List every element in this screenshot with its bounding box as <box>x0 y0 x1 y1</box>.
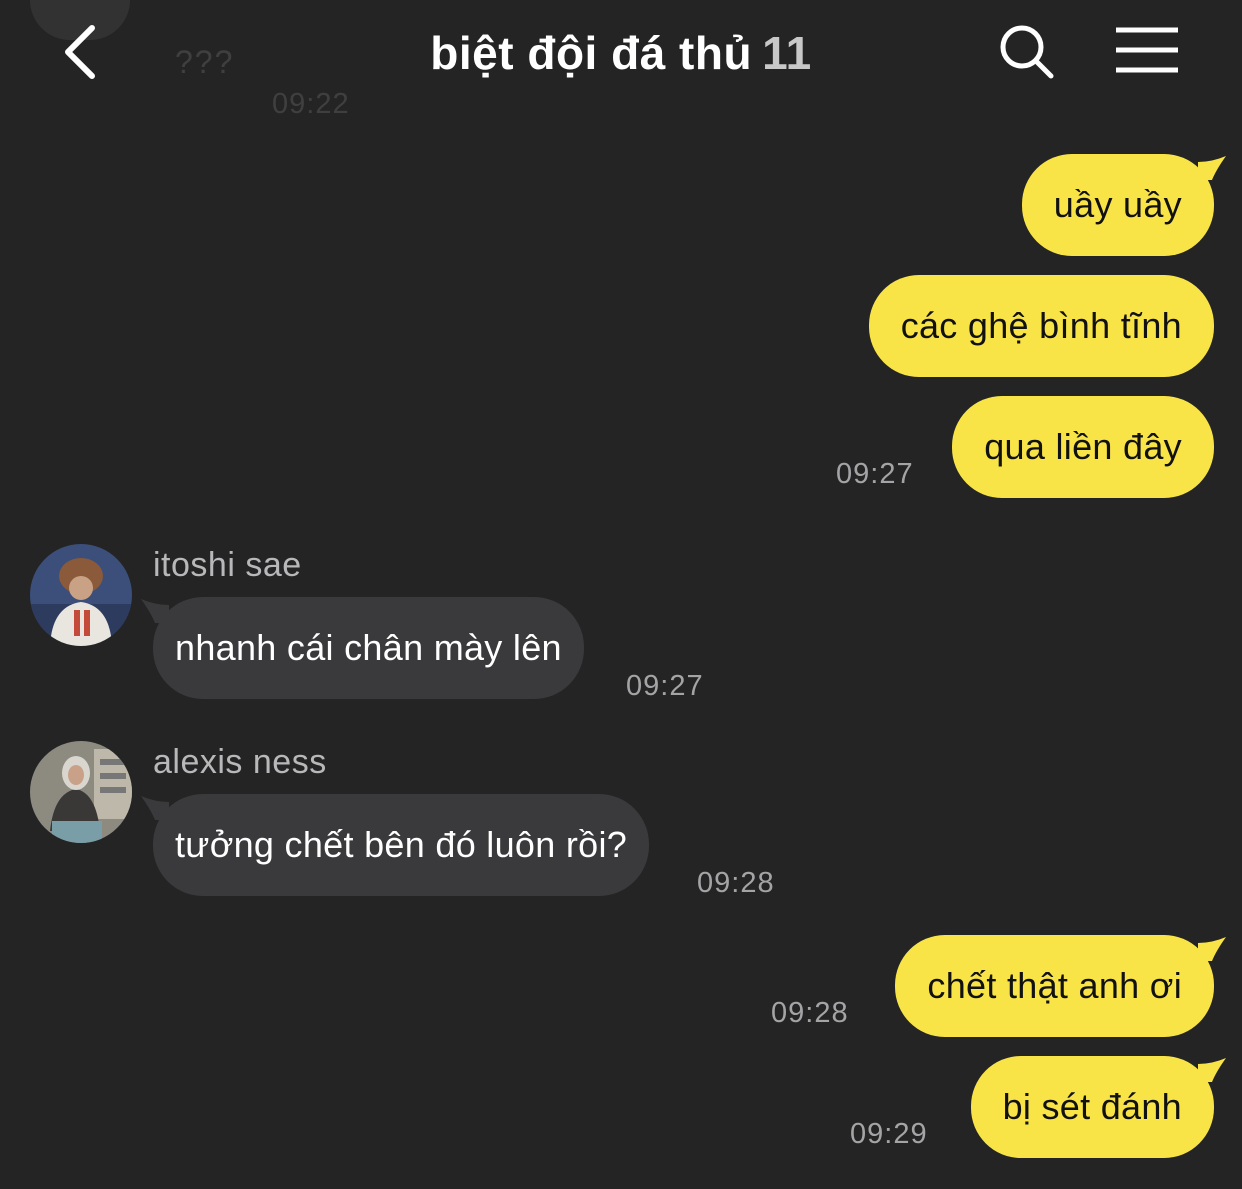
avatar-photo <box>30 544 132 646</box>
outgoing-message[interactable]: qua liền đây <box>952 396 1214 498</box>
outgoing-message[interactable]: bị sét đánh <box>970 1056 1226 1158</box>
member-count: 11 <box>762 27 812 79</box>
outgoing-message[interactable]: chết thật anh ơi <box>895 935 1226 1037</box>
message-text: nhanh cái chân mày lên <box>175 627 562 668</box>
avatar-itoshi-sae[interactable] <box>30 544 132 646</box>
bubble-tail <box>1198 1058 1226 1082</box>
avatar-photo <box>30 741 132 843</box>
sender-name: alexis ness <box>153 743 327 781</box>
search-button[interactable] <box>996 22 1058 82</box>
hamburger-menu-icon <box>1116 27 1178 73</box>
message-time: 09:28 <box>771 997 849 1029</box>
bubble-tail <box>141 796 169 820</box>
message-time: 09:28 <box>697 867 775 899</box>
message-text: chết thật anh ơi <box>927 965 1182 1006</box>
message-text: qua liền đây <box>984 426 1182 467</box>
menu-button[interactable] <box>1112 24 1182 78</box>
incoming-message[interactable]: tưởng chết bên đó luôn rồi? <box>141 794 650 896</box>
message-time: 09:29 <box>850 1118 928 1150</box>
message-text: các ghệ bình tĩnh <box>900 305 1182 346</box>
bubble-tail <box>1198 156 1226 180</box>
group-name: biệt đội đá thủ <box>430 27 753 79</box>
chat-header: biệt đội đá thủ 11 <box>0 0 1242 110</box>
message-text: uầy uầy <box>1053 184 1182 225</box>
outgoing-message[interactable]: uầy uầy <box>1021 154 1226 256</box>
message-text: bị sét đánh <box>1002 1086 1182 1127</box>
message-time: 09:27 <box>626 670 704 702</box>
search-icon <box>1000 25 1054 79</box>
outgoing-message[interactable]: các ghệ bình tĩnh <box>868 275 1214 377</box>
avatar-alexis-ness[interactable] <box>30 741 132 843</box>
sender-name: itoshi sae <box>153 546 302 584</box>
bubble-tail <box>141 599 169 623</box>
message-text: tưởng chết bên đó luôn rồi? <box>175 824 628 865</box>
bubble-tail <box>1198 937 1226 961</box>
incoming-message[interactable]: nhanh cái chân mày lên <box>141 597 584 699</box>
message-time: 09:27 <box>836 458 914 490</box>
